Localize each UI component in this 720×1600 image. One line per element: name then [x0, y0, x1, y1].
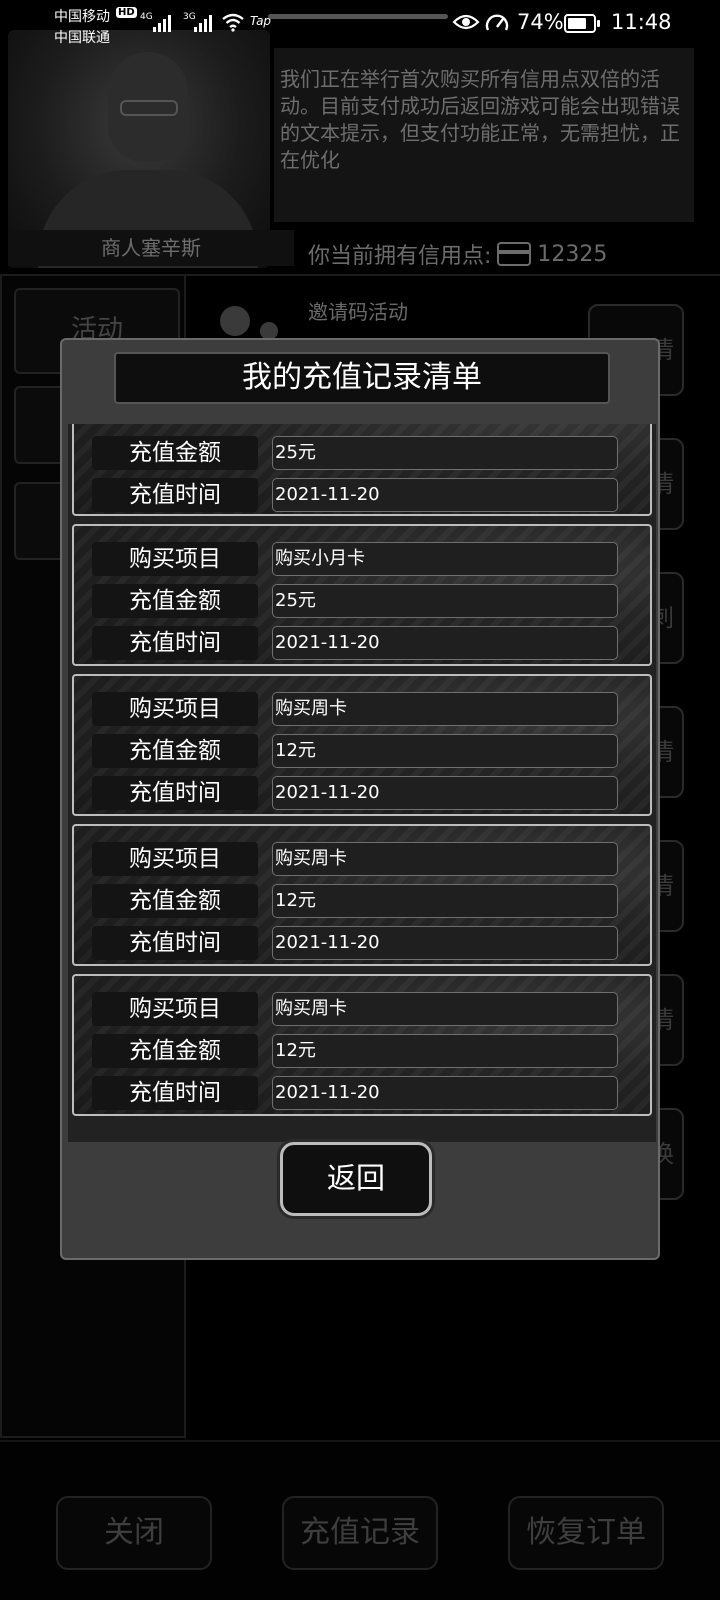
time-row: 充值时间 2021-11-20: [92, 776, 638, 810]
record-card: 购买项目 购买小月卡 充值金额 25元 充值时间 2021-11-20: [72, 524, 652, 666]
record-card: 购买项目 购买周卡 充值金额 12元 充值时间 2021-11-20: [72, 824, 652, 966]
event-notice: 我们正在举行首次购买所有信用点双倍的活动。目前支付成功后返回游戏可能会出现错误的…: [274, 48, 694, 222]
amount-row: 充值金额 12元: [92, 734, 638, 768]
hd-badge: HD: [116, 7, 137, 18]
amount-label: 充值金额: [92, 1034, 258, 1068]
status-bar: 中国移动 HD 4G 中国联通 3G Tap 74% 11:48: [0, 0, 720, 48]
network-type-1: 4G: [140, 12, 153, 22]
invite-icon: [220, 306, 250, 336]
item-value: 购买周卡: [272, 692, 618, 726]
status-notch-bar: [268, 14, 448, 19]
amount-row: 充值金额 12元: [92, 1034, 638, 1068]
item-label: 购买项目: [92, 992, 258, 1026]
portrait-glasses-shape: [120, 100, 178, 116]
time-value: 2021-11-20: [272, 776, 618, 810]
amount-label: 充值金额: [92, 884, 258, 918]
credit-card-icon: [497, 242, 532, 266]
amount-value: 25元: [272, 436, 618, 470]
amount-label: 充值金额: [92, 436, 258, 470]
item-row: 购买项目 购买周卡: [92, 842, 638, 876]
eye-icon: [452, 14, 480, 30]
item-row: 购买项目 购买周卡: [92, 992, 638, 1026]
carrier-2: 中国联通: [54, 30, 110, 46]
speed-gauge-icon: [485, 14, 509, 31]
battery-level-fill: [568, 18, 586, 29]
time-row: 充值时间 2021-11-20: [92, 926, 638, 960]
amount-row: 充值金额 25元: [92, 584, 638, 618]
time-label: 充值时间: [92, 776, 258, 810]
signal-1-icon: [153, 14, 171, 32]
time-label: 充值时间: [92, 1076, 258, 1110]
records-list[interactable]: 充值金额 25元 充值时间 2021-11-20 购买项目 购买小月卡 充值金额…: [68, 424, 656, 1142]
time-value: 2021-11-20: [272, 926, 618, 960]
close-button[interactable]: 关闭: [56, 1496, 212, 1570]
time-value: 2021-11-20: [272, 1076, 618, 1110]
amount-label: 充值金额: [92, 584, 258, 618]
item-value: 购买周卡: [272, 992, 618, 1026]
back-button[interactable]: 返回: [280, 1142, 432, 1216]
item-row: 购买项目 购买周卡: [92, 692, 638, 726]
signal-2-icon: [194, 14, 212, 32]
credit-value: 12325: [537, 241, 608, 267]
item-label: 购买项目: [92, 842, 258, 876]
record-card: 购买项目 购买周卡 充值金额 12元 充值时间 2021-11-20: [72, 974, 652, 1116]
amount-value: 25元: [272, 584, 618, 618]
recharge-records-dialog: 我的充值记录清单 充值金额 25元 充值时间 2021-11-20 购买项目 购…: [60, 338, 660, 1260]
wifi-icon: [222, 13, 244, 32]
restore-orders-button[interactable]: 恢复订单: [508, 1496, 664, 1570]
time-row: 充值时间 2021-11-20: [92, 626, 638, 660]
amount-label: 充值金额: [92, 734, 258, 768]
item-label: 购买项目: [92, 542, 258, 576]
dialog-title: 我的充值记录清单: [114, 352, 610, 404]
item-row: 购买项目 购买小月卡: [92, 542, 638, 576]
record-card: 购买项目 购买周卡 充值金额 12元 充值时间 2021-11-20: [72, 674, 652, 816]
time-label: 充值时间: [92, 626, 258, 660]
amount-value: 12元: [272, 1034, 618, 1068]
time-label: 充值时间: [92, 478, 258, 512]
battery-percent: 74%: [517, 10, 564, 34]
battery-icon: [564, 14, 600, 33]
time-row: 充值时间 2021-11-20: [92, 478, 638, 512]
time-value: 2021-11-20: [272, 626, 618, 660]
record-card: 充值金额 25元 充值时间 2021-11-20: [72, 424, 652, 516]
time-label: 充值时间: [92, 926, 258, 960]
item-value: 购买周卡: [272, 842, 618, 876]
amount-value: 12元: [272, 734, 618, 768]
amount-row: 充值金额 25元: [92, 436, 638, 470]
item-value: 购买小月卡: [272, 542, 618, 576]
amount-value: 12元: [272, 884, 618, 918]
time-row: 充值时间 2021-11-20: [92, 1076, 638, 1110]
amount-row: 充值金额 12元: [92, 884, 638, 918]
time-value: 2021-11-20: [272, 478, 618, 512]
carrier-1: 中国移动: [54, 9, 110, 25]
credit-display: 你当前拥有信用点: 12325: [308, 238, 607, 270]
recharge-records-button[interactable]: 充值记录: [282, 1496, 438, 1570]
clock: 11:48: [611, 10, 672, 34]
invite-code-label: 邀请码活动: [308, 300, 408, 324]
credit-label: 你当前拥有信用点:: [308, 244, 492, 269]
merchant-name: 商人塞辛斯: [8, 230, 294, 266]
item-label: 购买项目: [92, 692, 258, 726]
